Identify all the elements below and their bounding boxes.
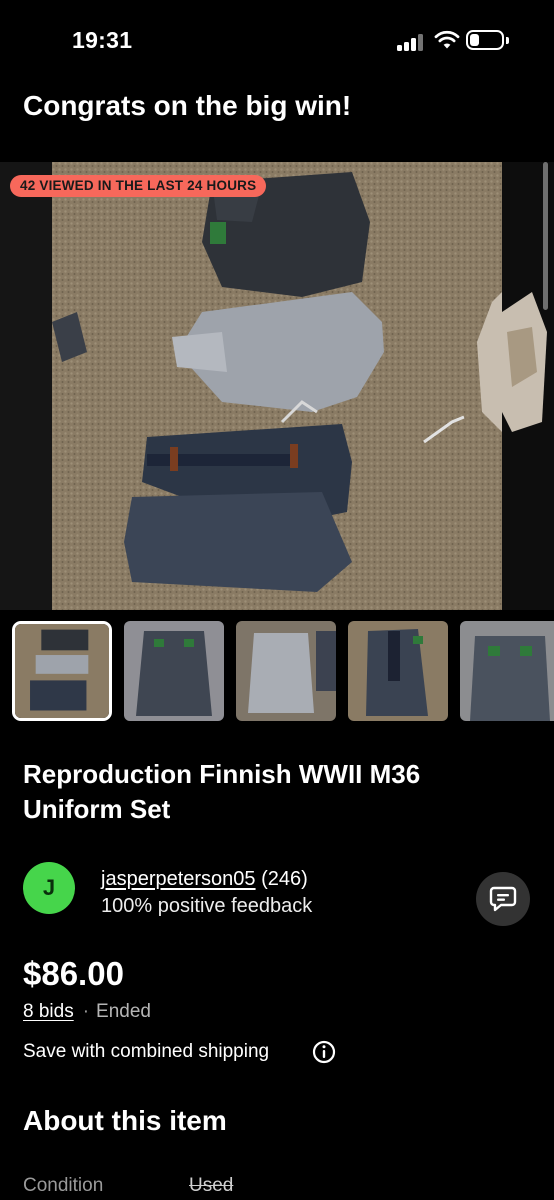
chat-icon [489,886,517,912]
status-time: 19:31 [72,27,133,53]
seller-name-line: jasperpeterson05 (246) [101,868,308,891]
about-heading: About this item [23,1105,227,1136]
page-title: Congrats on the big win! [23,90,352,121]
avatar[interactable]: J [23,862,75,914]
views-badge: 42 VIEWED IN THE LAST 24 HOURS [10,175,267,197]
condition-label: Condition [23,1175,104,1196]
message-seller-button[interactable] [476,872,530,926]
wifi-icon [434,30,460,49]
condition-value: Used [189,1175,234,1196]
seller-feedback: 100% positive feedback [101,895,313,917]
seller-score: (246) [261,868,308,890]
battery-icon [466,30,514,52]
previous-photo-peek[interactable] [0,162,52,610]
seller-name-link[interactable]: jasperpeterson05 [101,868,256,890]
auction-status: Ended [96,1001,151,1022]
scroll-indicator [543,162,548,310]
thumbnail-2[interactable] [124,621,224,721]
price: $86.00 [23,955,124,992]
photo-gallery[interactable]: 42 VIEWED IN THE LAST 24 HOURS [0,162,554,610]
thumbnail-3[interactable] [236,621,336,721]
main-photo[interactable] [52,162,502,610]
thumbnail-4[interactable] [348,621,448,721]
thumbnail-strip[interactable] [0,621,554,721]
separator-dot: · [82,1001,90,1022]
thumbnail-5[interactable] [460,621,554,721]
bid-status-line: 8 bids · Ended [23,1001,151,1023]
bids-link[interactable]: 8 bids [23,1001,74,1022]
thumbnail-1[interactable] [12,621,112,721]
combined-shipping-note: Save with combined shipping [23,1041,270,1062]
seller-info: J jasperpeterson05 (246) 100% positive f… [23,860,533,926]
info-icon[interactable] [312,1040,336,1064]
listing-title: Reproduction Finnish WWII M36 Uniform Se… [23,759,421,824]
status-bar: 19:31 [0,0,554,80]
signal-icon [397,33,425,51]
